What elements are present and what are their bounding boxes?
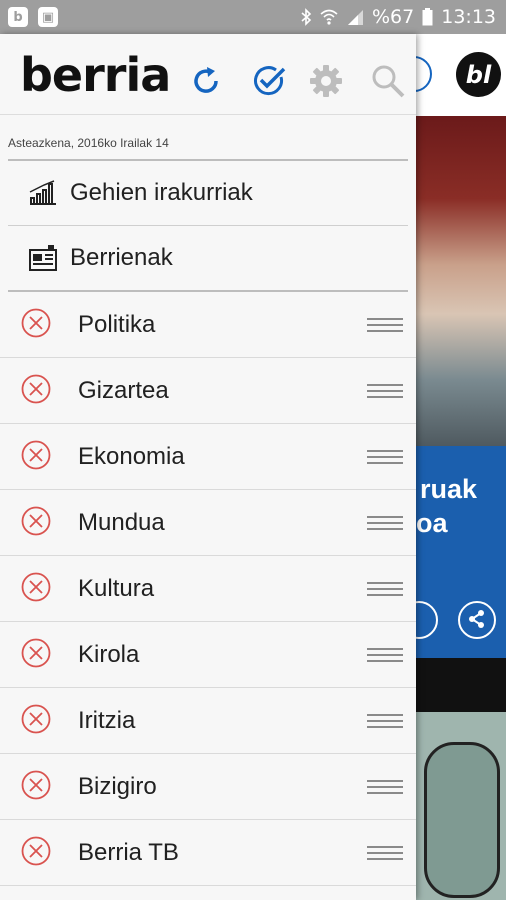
article-photo <box>416 116 506 446</box>
headline-fragment: oa <box>416 508 448 538</box>
section-row-kirola[interactable]: Kirola <box>0 622 416 688</box>
share-icon[interactable] <box>458 601 496 639</box>
drag-handle-icon[interactable] <box>367 582 403 600</box>
remove-icon[interactable] <box>21 704 51 734</box>
drag-handle-icon[interactable] <box>367 450 403 468</box>
bl-logo[interactable]: bl <box>456 52 501 97</box>
latest-item[interactable]: Berrienak <box>0 226 416 290</box>
status-bar: b ▣ %67 13:13 <box>0 0 506 34</box>
article-illustration <box>416 712 506 900</box>
battery-icon <box>422 8 433 26</box>
drag-handle-icon[interactable] <box>367 780 403 798</box>
refresh-icon[interactable] <box>187 62 225 100</box>
section-label: Mundua <box>78 508 165 536</box>
settings-icon[interactable] <box>307 62 345 100</box>
check-icon[interactable] <box>250 62 288 100</box>
date-label: Asteazkena, 2016ko Irailak 14 <box>8 136 169 150</box>
drag-handle-icon[interactable] <box>367 846 403 864</box>
headline-fragment: ruak <box>420 474 478 504</box>
section-row-gizartea[interactable]: Gizartea <box>0 358 416 424</box>
wifi-icon <box>320 9 338 25</box>
gallery-icon: ▣ <box>38 7 58 27</box>
bar-chart-icon <box>28 178 58 208</box>
remove-icon[interactable] <box>21 506 51 536</box>
section-row-mundua[interactable]: Mundua <box>0 490 416 556</box>
section-row-politika[interactable]: Politika <box>0 292 416 358</box>
berria-logo: berria <box>20 48 171 102</box>
navigation-drawer[interactable]: berria Asteazkena, 2016ko Irailak 14 Geh… <box>0 34 416 900</box>
clock: 13:13 <box>441 6 496 28</box>
drag-handle-icon[interactable] <box>367 318 403 336</box>
section-label: Kirola <box>78 640 140 668</box>
remove-icon[interactable] <box>21 638 51 668</box>
section-label: Politika <box>78 310 156 338</box>
b-app-icon: b <box>8 7 28 27</box>
section-label: Gizartea <box>78 376 169 404</box>
drawer-header: berria <box>0 34 416 115</box>
most-read-label: Gehien irakurriak <box>70 179 253 206</box>
section-row-ekonomia[interactable]: Ekonomia <box>0 424 416 490</box>
drag-handle-icon[interactable] <box>367 516 403 534</box>
article-divider <box>416 658 506 712</box>
remove-icon[interactable] <box>21 308 51 338</box>
section-label: Berria TB <box>78 838 179 866</box>
signal-icon <box>348 10 363 25</box>
bluetooth-icon <box>301 8 312 26</box>
search-icon[interactable] <box>369 62 407 100</box>
section-row-bizigiro[interactable]: Bizigiro <box>0 754 416 820</box>
battery-percent: %67 <box>372 6 415 28</box>
section-label: Kultura <box>78 574 155 602</box>
most-read-item[interactable]: Gehien irakurriak <box>0 161 416 225</box>
section-label: Bizigiro <box>78 772 157 800</box>
remove-icon[interactable] <box>21 572 51 602</box>
remove-icon[interactable] <box>21 836 51 866</box>
section-label: Ekonomia <box>78 442 185 470</box>
section-label: Iritzia <box>78 706 136 734</box>
latest-label: Berrienak <box>70 244 173 271</box>
remove-icon[interactable] <box>21 374 51 404</box>
article-card[interactable]: ruak oa <box>400 446 506 658</box>
newspaper-icon <box>28 243 58 273</box>
section-row-iritzia[interactable]: Iritzia <box>0 688 416 754</box>
remove-icon[interactable] <box>21 440 51 470</box>
section-row-berria-tb[interactable]: Berria TB <box>0 820 416 886</box>
drag-handle-icon[interactable] <box>367 714 403 732</box>
remove-icon[interactable] <box>21 770 51 800</box>
section-list: Politika Gizartea Ekonomia Mundua Kultur… <box>0 292 416 886</box>
drag-handle-icon[interactable] <box>367 384 403 402</box>
drag-handle-icon[interactable] <box>367 648 403 666</box>
section-row-kultura[interactable]: Kultura <box>0 556 416 622</box>
